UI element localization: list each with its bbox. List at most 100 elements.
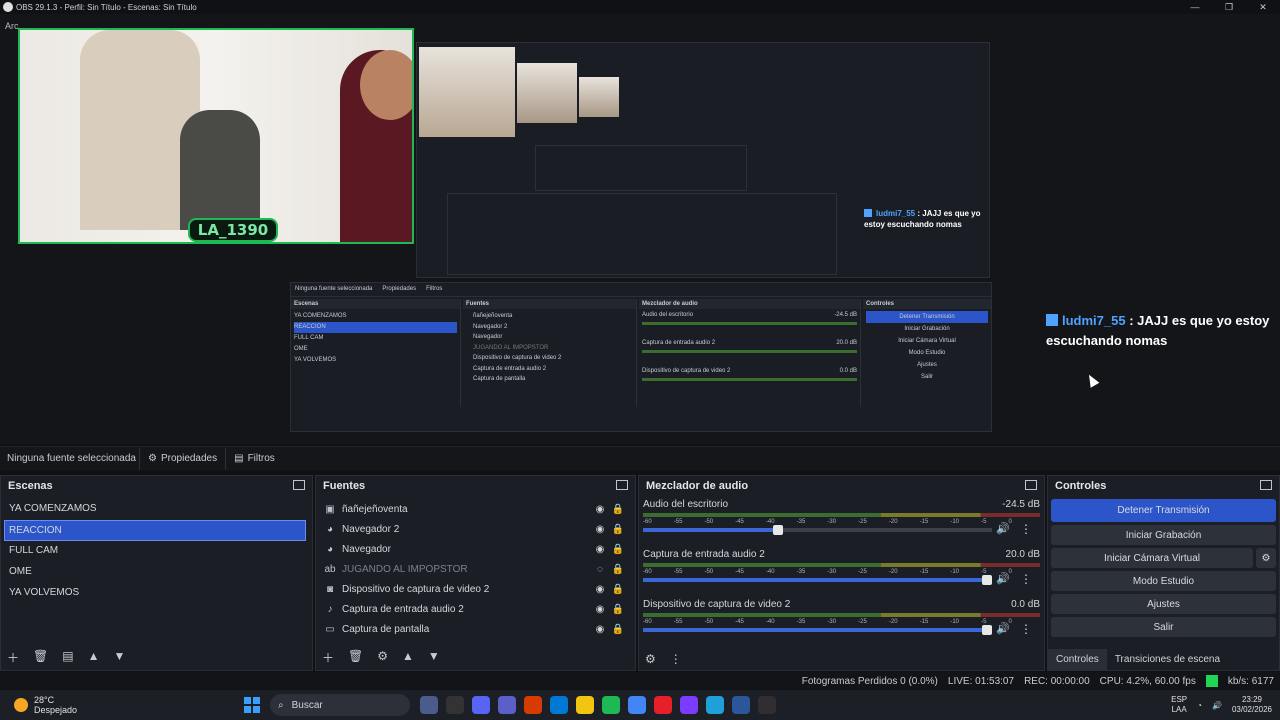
scene-filters-icon[interactable]: ▤	[62, 649, 73, 666]
source-properties-icon[interactable]: ⚙	[377, 649, 388, 666]
remove-source-icon[interactable]: 🗑	[348, 649, 363, 666]
scene-item[interactable]: FULL CAM	[1, 541, 312, 562]
eye-icon[interactable]: ◉	[591, 504, 609, 515]
nested-obs-1	[447, 193, 837, 275]
undock-icon[interactable]	[1260, 480, 1272, 490]
lock-icon[interactable]: 🔒	[609, 584, 627, 595]
clock[interactable]: 23:29 03/02/2026	[1232, 695, 1272, 715]
start-recording-button[interactable]: Iniciar Grabación	[1051, 525, 1276, 545]
app-icon[interactable]	[680, 696, 698, 714]
volume-slider[interactable]	[643, 525, 992, 535]
move-down-icon[interactable]: ▼	[428, 649, 440, 666]
source-name: Captura de entrada audio 2	[342, 603, 464, 615]
source-name: Navegador	[342, 543, 391, 555]
sources-title: Fuentes	[323, 480, 366, 492]
lock-icon[interactable]: 🔒	[609, 624, 627, 635]
chat-message-small: ludmi7_55 : JAJJ es que yo estoy escucha…	[864, 209, 981, 229]
spotify-icon[interactable]	[602, 696, 620, 714]
move-up-icon[interactable]: ▲	[88, 649, 100, 666]
studio-mode-button[interactable]: Modo Estudio	[1051, 571, 1276, 591]
close-button[interactable]: ✕	[1246, 0, 1280, 14]
scene-item[interactable]: OME	[1, 562, 312, 583]
undock-icon[interactable]	[293, 480, 305, 490]
volume-icon[interactable]: 🔊	[1212, 701, 1222, 710]
remove-scene-icon[interactable]: 🗑	[33, 649, 48, 666]
virtual-camera-button[interactable]: Iniciar Cámara Virtual	[1051, 548, 1253, 568]
source-item[interactable]: ▭ Captura de pantalla ◉ 🔒	[316, 619, 635, 639]
source-item[interactable]: ◕ Navegador 2 ◉ 🔒	[316, 519, 635, 539]
tab-controls[interactable]: Controles	[1048, 649, 1107, 670]
track-menu-icon[interactable]: ⋮	[1020, 572, 1032, 586]
teams-icon[interactable]	[498, 696, 516, 714]
undock-icon[interactable]	[616, 480, 628, 490]
source-item[interactable]: ▣ ñañejeñoventa ◉ 🔒	[316, 499, 635, 519]
track-menu-icon[interactable]: ⋮	[1020, 522, 1032, 536]
volume-slider[interactable]	[643, 575, 992, 585]
source-item[interactable]: ab JUGANDO AL IMPOPSTOR ◌ 🔒	[316, 559, 635, 579]
folder-icon[interactable]	[576, 696, 594, 714]
move-down-icon[interactable]: ▼	[113, 649, 125, 666]
scene-item[interactable]: YA VOLVEMOS	[1, 583, 312, 604]
source-item[interactable]: ◕ Navegador ◉ 🔒	[316, 539, 635, 559]
speaker-icon[interactable]: 🔊	[996, 522, 1010, 535]
epic-games-icon[interactable]	[446, 696, 464, 714]
store-icon[interactable]	[550, 696, 568, 714]
obs-icon[interactable]	[758, 696, 776, 714]
eye-icon[interactable]: ◉	[591, 584, 609, 595]
lock-icon[interactable]: 🔒	[609, 604, 627, 615]
wifi-icon[interactable]: ◔	[1197, 701, 1202, 710]
scene-item-selected[interactable]: REACCION	[4, 520, 306, 541]
lock-icon[interactable]: 🔒	[609, 544, 627, 555]
app-icon[interactable]	[524, 696, 542, 714]
start-button[interactable]	[244, 697, 260, 713]
file-explorer-icon[interactable]	[420, 696, 438, 714]
stop-stream-button[interactable]: Detener Transmisión	[1051, 499, 1276, 522]
source-item[interactable]: ♪ Captura de entrada audio 2 ◉ 🔒	[316, 599, 635, 619]
word-icon[interactable]	[732, 696, 750, 714]
move-up-icon[interactable]: ▲	[402, 649, 414, 666]
exit-button[interactable]: Salir	[1051, 617, 1276, 637]
eye-icon[interactable]: ◉	[591, 604, 609, 615]
scene-preview[interactable]: Arc LA_1390 ludmi7_55 : JAJJ es que yo e…	[0, 14, 1280, 444]
speaker-icon[interactable]: 🔊	[996, 572, 1010, 585]
eye-icon[interactable]: ◉	[591, 624, 609, 635]
lock-icon[interactable]: 🔒	[609, 524, 627, 535]
discord-icon[interactable]	[472, 696, 490, 714]
tab-scene-transitions[interactable]: Transiciones de escena	[1107, 649, 1228, 670]
eye-off-icon[interactable]: ◌	[591, 564, 609, 575]
advanced-audio-icon[interactable]: ⚙	[645, 652, 656, 666]
eye-icon[interactable]: ◉	[591, 524, 609, 535]
meter-tick: -50	[704, 519, 714, 525]
minimize-button[interactable]: —	[1178, 0, 1212, 14]
taskbar-search[interactable]: ⌕ Buscar	[270, 694, 410, 716]
eye-icon[interactable]: ◉	[591, 544, 609, 555]
scene-item[interactable]: YA COMENZAMOS	[1, 499, 312, 520]
live-timer: LIVE: 01:53:07	[947, 675, 1015, 687]
track-menu-icon[interactable]: ⋮	[1020, 622, 1032, 636]
properties-button[interactable]: ⚙ Propiedades	[139, 447, 225, 470]
mixer-menu-icon[interactable]: ⋮	[670, 652, 682, 666]
menu-stub[interactable]: Arc	[0, 16, 20, 36]
source-item[interactable]: ◙ Dispositivo de captura de video 2 ◉ 🔒	[316, 579, 635, 599]
add-source-icon[interactable]: ＋	[322, 649, 334, 666]
add-scene-icon[interactable]: ＋	[7, 649, 19, 666]
person-face	[360, 50, 412, 120]
sources-dock: Fuentes ▣ ñañejeñoventa ◉ 🔒 ◕ Navegador 2 ◉ 🔒 ◕ N…	[315, 475, 636, 671]
volume-slider[interactable]	[643, 625, 992, 635]
edge-icon[interactable]	[706, 696, 724, 714]
source-name: Dispositivo de captura de video 2	[342, 583, 490, 595]
meter-tick: -60	[643, 619, 652, 625]
virtual-camera-settings-icon[interactable]: ⚙	[1256, 548, 1276, 568]
language-indicator[interactable]: ESP LAA	[1171, 695, 1187, 715]
weather-widget[interactable]: 28°C Despejado	[14, 695, 244, 715]
nested-obs-2	[535, 145, 747, 191]
maximize-button[interactable]: ❐	[1212, 0, 1246, 14]
lock-icon[interactable]: 🔒	[609, 564, 627, 575]
lock-icon[interactable]: 🔒	[609, 504, 627, 515]
chrome-icon[interactable]	[628, 696, 646, 714]
speaker-icon[interactable]: 🔊	[996, 622, 1010, 635]
acrobat-icon[interactable]	[654, 696, 672, 714]
filters-button[interactable]: ▤ Filtros	[225, 447, 283, 470]
undock-icon[interactable]	[1025, 480, 1037, 490]
settings-button[interactable]: Ajustes	[1051, 594, 1276, 614]
